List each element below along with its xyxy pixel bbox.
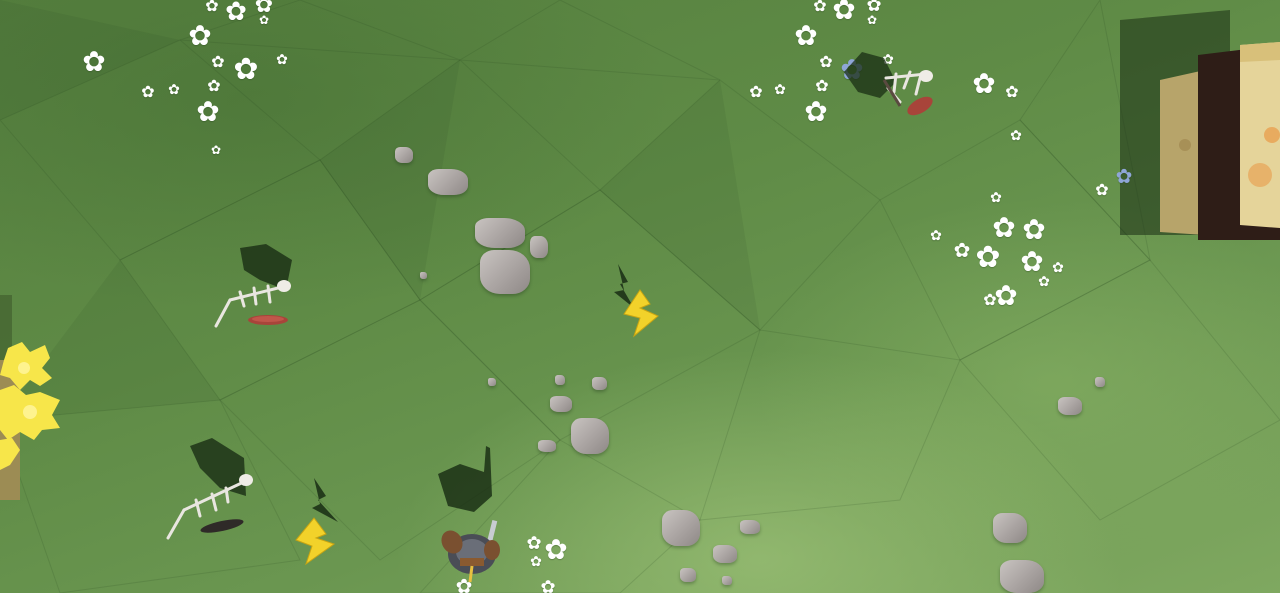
rock: [475, 218, 525, 248]
rock: [1000, 560, 1044, 593]
rock: [571, 418, 609, 454]
flower: ✿: [975, 240, 1001, 275]
rock: [428, 169, 468, 195]
rock: [488, 378, 496, 386]
rock: [740, 520, 760, 534]
rock: [530, 236, 548, 258]
rock: [555, 375, 565, 385]
flower: ✿: [188, 19, 212, 52]
flower: ✿: [540, 577, 556, 593]
house-icon: [1120, 10, 1280, 240]
rock: [662, 510, 700, 546]
flower: ✿: [526, 533, 542, 554]
lightning-powerup[interactable]: [292, 478, 344, 568]
skeleton-icon: [166, 438, 253, 540]
rock: [550, 396, 572, 412]
house: [1110, 0, 1280, 245]
lightning-bolt-icon: [614, 264, 659, 338]
fire-icon: [0, 295, 60, 500]
flower: ✿: [794, 19, 818, 52]
game-viewport[interactable]: ✿ ✿ ✿ ✿ ✿ ✿ ✿ ✿ ✿ ✿ ✿ ✿ ✿ ✿ ✿ ✿ ✿ ✿ ✿ ✿ …: [0, 0, 1280, 593]
flower: ✿: [1052, 260, 1064, 276]
flower: ✿: [813, 0, 827, 15]
flower: ✿: [544, 533, 568, 566]
flower: ✿: [205, 0, 219, 15]
flower: ✿: [141, 82, 155, 101]
flower: ✿: [530, 554, 542, 570]
flower: ✿: [168, 82, 180, 98]
flower: ✿: [972, 67, 996, 100]
rock: [420, 272, 427, 279]
rock: [713, 545, 737, 563]
knight-icon: [438, 446, 500, 583]
flower: ✿: [866, 13, 878, 27]
flower: ✿: [211, 52, 225, 71]
flower: ✿: [953, 238, 971, 262]
flower: ✿: [1038, 274, 1050, 290]
flower: ✿: [832, 0, 856, 26]
flower: ✿: [749, 82, 763, 101]
flower: ✿: [225, 0, 247, 27]
flower: ✿: [196, 95, 220, 128]
skeleton-icon: [844, 52, 933, 116]
flower: ✿: [1095, 180, 1109, 199]
flower: ✿: [1010, 128, 1022, 144]
flower: ✿: [1022, 213, 1046, 246]
lightning-bolt-icon: [295, 478, 338, 566]
bonfire: [0, 290, 70, 500]
rock: [722, 576, 732, 585]
lightning-powerup[interactable]: [610, 264, 666, 340]
rock: [1095, 377, 1105, 387]
flower: ✿: [983, 290, 997, 309]
player-knight[interactable]: [434, 446, 514, 584]
skeleton-enemy[interactable]: [160, 438, 260, 544]
rock: [993, 513, 1027, 543]
flower: ✿: [82, 45, 106, 78]
rock: [680, 568, 696, 582]
flower: ✿: [774, 82, 786, 98]
flower: ✿: [276, 52, 288, 68]
flower: ✿: [1020, 245, 1044, 278]
flower: ✿: [210, 143, 222, 157]
flower: ✿: [815, 76, 829, 95]
skeleton-icon: [214, 244, 292, 328]
skeleton-enemy[interactable]: [840, 48, 940, 122]
flower: ✿: [207, 76, 221, 95]
rock: [538, 440, 556, 452]
rock: [395, 147, 413, 163]
flower: ✿: [233, 52, 259, 87]
flower-blue: ✿: [1115, 164, 1133, 188]
rock: [1058, 397, 1082, 415]
flower: ✿: [992, 211, 1016, 244]
flower: ✿: [990, 190, 1002, 206]
flower: ✿: [819, 52, 833, 71]
flower: ✿: [258, 13, 270, 27]
flower: ✿: [930, 228, 942, 244]
rock: [480, 250, 530, 294]
rock: [592, 377, 607, 390]
flower: ✿: [1005, 82, 1019, 101]
skeleton-enemy[interactable]: [210, 244, 306, 334]
flower: ✿: [994, 279, 1018, 312]
flower: ✿: [804, 95, 828, 128]
